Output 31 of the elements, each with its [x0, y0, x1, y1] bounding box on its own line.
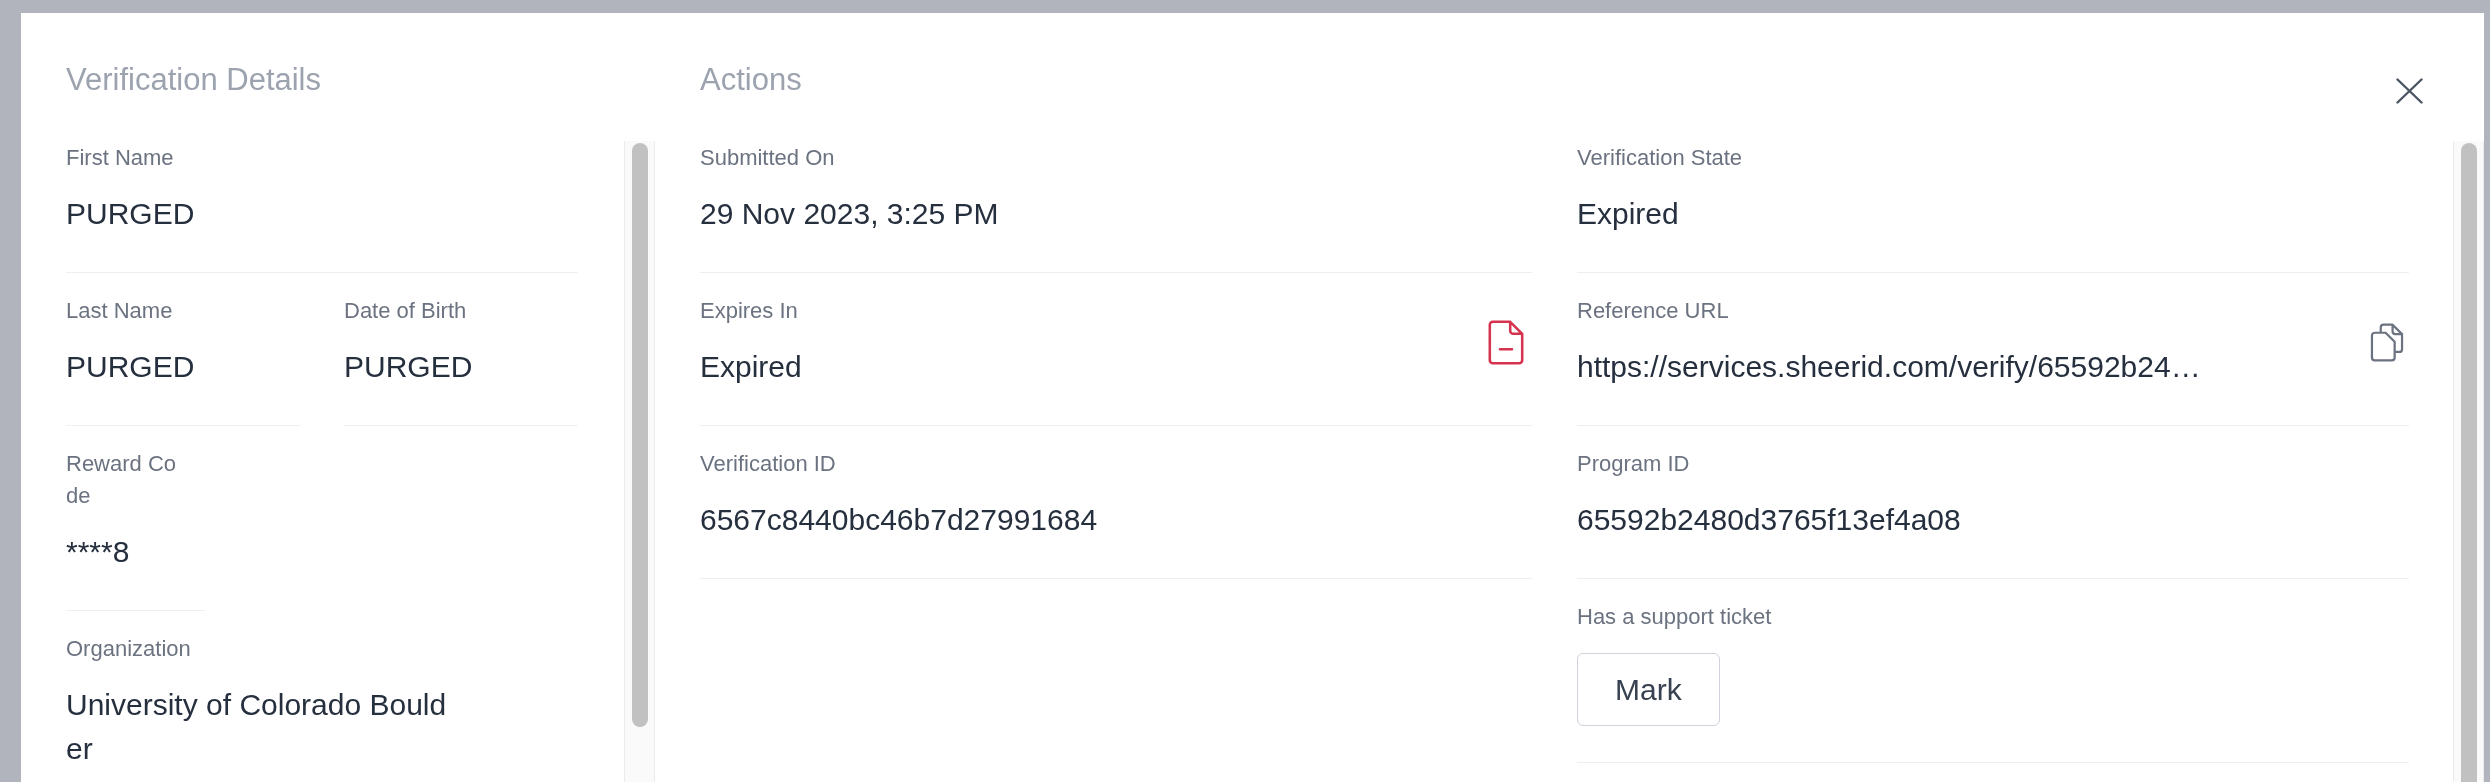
field-label: Has a support ticket — [1577, 603, 1773, 631]
field-label: Date of Birth — [344, 297, 468, 325]
field-value: ****8 — [66, 534, 131, 570]
field-value: PURGED — [344, 349, 474, 385]
document-minus-icon[interactable] — [1488, 319, 1524, 365]
field-label: Reference URL — [1577, 297, 1730, 325]
field-value: 6567c8440bc46b7d27991684 — [700, 502, 1099, 538]
field-value: 65592b2480d3765f13ef4a08 — [1577, 502, 1962, 538]
field-value: Expired — [700, 349, 803, 385]
section-title: Verification Details — [66, 62, 322, 98]
field-label: Last Name — [66, 297, 174, 325]
field-label: First Name — [66, 144, 175, 172]
field-label: Verification State — [1577, 144, 1744, 172]
mark-button[interactable]: Mark — [1577, 653, 1720, 726]
scrollbar-thumb[interactable] — [2460, 143, 2477, 782]
close-button[interactable] — [2396, 78, 2423, 104]
field-value: PURGED — [66, 196, 196, 232]
field-value: https://services.sheerid.com/verify/65592b24… — [1577, 349, 2202, 385]
field-value: 29 Nov 2023, 3:25 PM — [700, 196, 1000, 232]
field-label: Program ID — [1577, 450, 1691, 478]
field-label: Expires In — [700, 297, 799, 325]
copy-icon[interactable] — [2370, 322, 2404, 362]
field-label: Verification ID — [700, 450, 837, 478]
field-value: Expired — [1577, 196, 1680, 232]
field-label: Reward Code — [66, 450, 178, 510]
scrollbar-thumb[interactable] — [631, 143, 648, 727]
field-value: PURGED — [66, 349, 196, 385]
section-title: Actions — [700, 62, 802, 98]
field-value: University of Colorado Boulder — [66, 687, 448, 767]
field-label: Submitted On — [700, 144, 836, 172]
field-label: Organization — [66, 635, 192, 663]
